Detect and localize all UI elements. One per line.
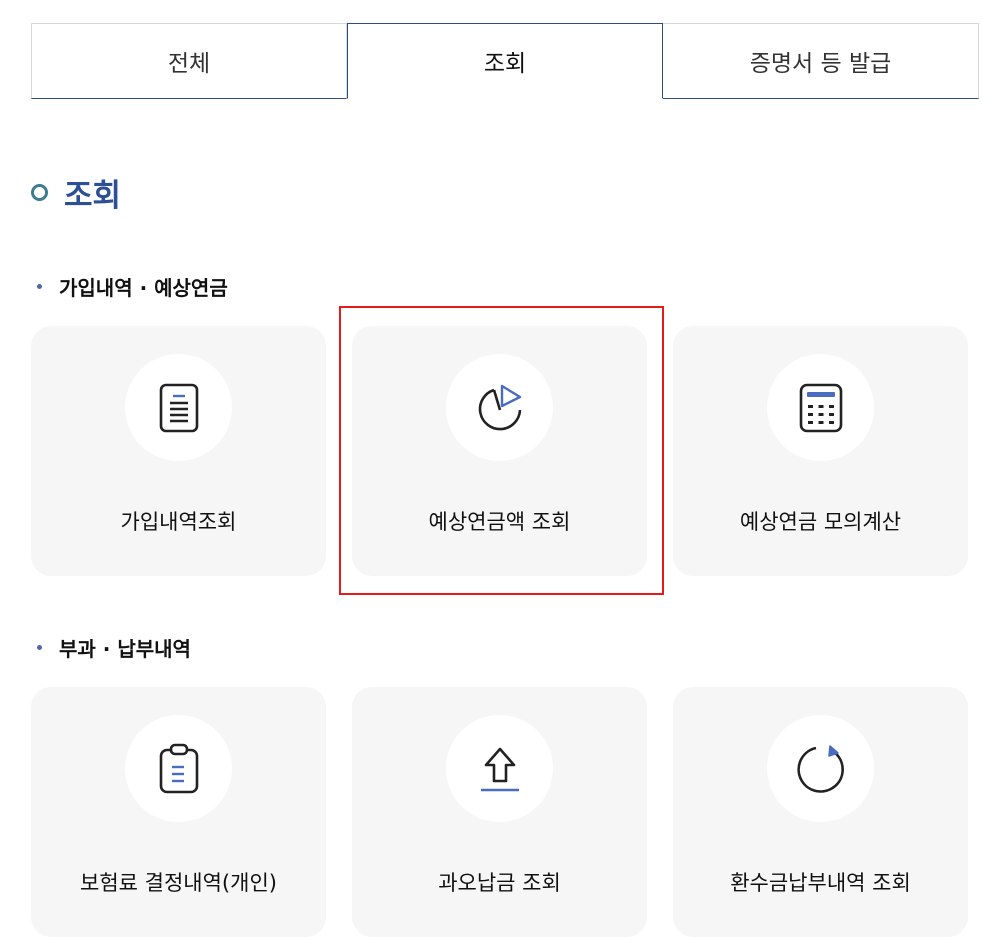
section-title: 조회 [31, 170, 121, 215]
selection-highlight [339, 306, 664, 595]
card-label: 보험료 결정내역(개인) [80, 871, 277, 895]
card-label: 예상연금 모의계산 [739, 510, 902, 534]
bullet-dot-icon [37, 284, 42, 289]
card-refund-payment-history[interactable]: 환수금납부내역 조회 [673, 687, 968, 937]
category-tabs: 전체 조회 증명서 등 발급 [31, 23, 982, 100]
icon-circle [125, 354, 232, 461]
bullet-dot-icon [37, 645, 42, 650]
card-label: 가입내역조회 [120, 510, 237, 534]
group-heading-enrollment: 가입내역 · 예상연금 [37, 272, 228, 301]
group-heading-text: 부과 · 납부내역 [59, 637, 191, 661]
tab-all[interactable]: 전체 [31, 23, 347, 99]
icon-circle [446, 715, 553, 822]
icon-circle [767, 715, 874, 822]
document-icon [159, 383, 198, 432]
icon-circle [125, 715, 232, 822]
ring-bullet-icon [31, 184, 48, 201]
card-pension-simulation[interactable]: 예상연금 모의계산 [673, 326, 968, 576]
tab-inquiry[interactable]: 조회 [347, 23, 663, 99]
card-overpayment-inquiry[interactable]: 과오납금 조회 [352, 687, 647, 937]
card-label: 과오납금 조회 [438, 871, 561, 895]
tab-certificates[interactable]: 증명서 등 발급 [663, 23, 979, 99]
card-enrollment-inquiry[interactable]: 가입내역조회 [31, 326, 326, 576]
calculator-icon [799, 383, 842, 432]
upload-arrow-icon [480, 747, 519, 791]
card-premium-decision[interactable]: 보험료 결정내역(개인) [31, 687, 326, 937]
group-heading-text: 가입내역 · 예상연금 [59, 276, 228, 300]
section-title-text: 조회 [64, 178, 122, 214]
clipboard-icon [159, 743, 198, 793]
group-heading-billing: 부과 · 납부내역 [37, 633, 191, 662]
card-label: 환수금납부내역 조회 [730, 871, 911, 895]
refresh-icon [796, 744, 844, 793]
icon-circle [767, 354, 874, 461]
